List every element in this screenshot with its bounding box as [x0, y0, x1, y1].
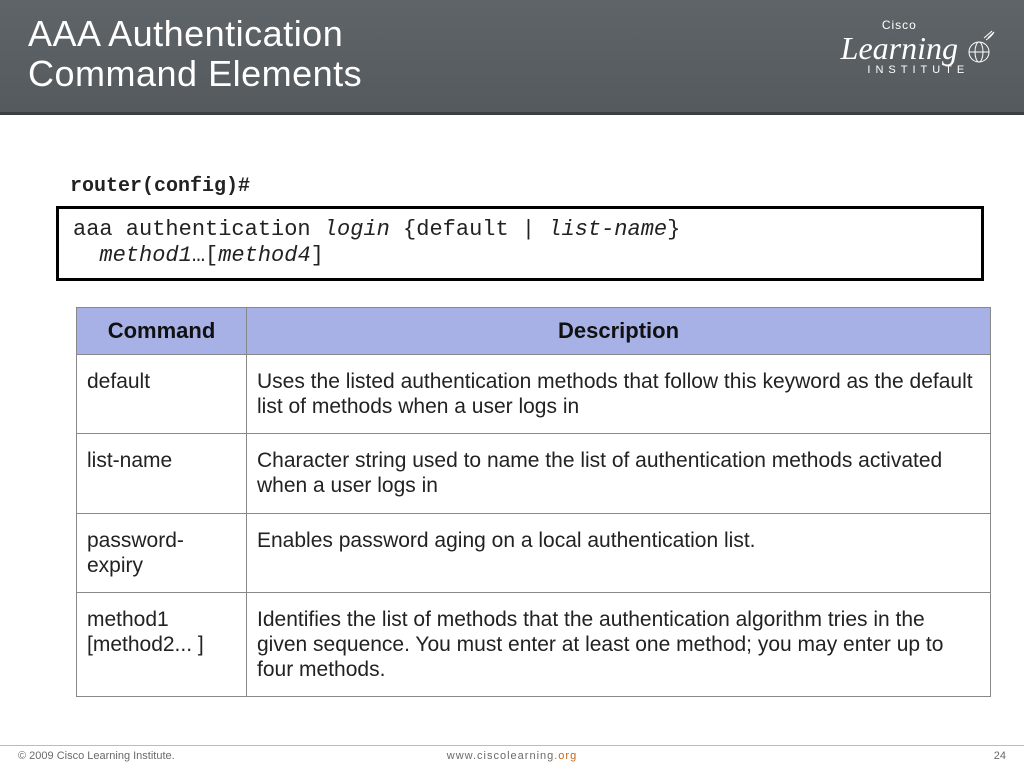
table-row: method1 [method2... ] Identifies the lis…: [77, 592, 991, 697]
cell-description: Uses the listed authentication methods t…: [247, 354, 991, 433]
cmd-indent: [73, 243, 99, 268]
cmd-close: }: [667, 217, 680, 242]
slide-title: AAA Authentication Command Elements: [28, 14, 362, 93]
cli-prompt: router(config)#: [70, 175, 996, 198]
description-table: Command Description default Uses the lis…: [76, 307, 991, 698]
cell-description: Character string used to name the list o…: [247, 434, 991, 513]
footer-url: www.ciscolearning.org: [0, 750, 1024, 762]
command-syntax-box: aaa authentication login {default | list…: [56, 206, 984, 281]
globe-leaf-icon: [962, 30, 996, 64]
cell-command: list-name: [77, 434, 247, 513]
cmd-ellipsis: …[: [192, 243, 218, 268]
table-header-row: Command Description: [77, 307, 991, 354]
cmd-italic-login: login: [324, 217, 390, 242]
header-description: Description: [247, 307, 991, 354]
cisco-learning-logo: Cisco Learning INSTITUTE: [841, 18, 996, 76]
title-band: AAA Authentication Command Elements Cisc…: [0, 0, 1024, 115]
cmd-mid: {default |: [390, 217, 548, 242]
cmd-method1: method1: [99, 243, 191, 268]
cell-description: Enables password aging on a local authen…: [247, 513, 991, 592]
logo-main: Learning: [841, 32, 958, 64]
footer: © 2009 Cisco Learning Institute. www.cis…: [0, 745, 1024, 762]
title-line2: Command Elements: [28, 53, 362, 94]
table-row: default Uses the listed authentication m…: [77, 354, 991, 433]
cell-description: Identifies the list of methods that the …: [247, 592, 991, 697]
cmd-method4: method4: [218, 243, 310, 268]
cmd-prefix: aaa authentication: [73, 217, 324, 242]
slide-body: router(config)# aaa authentication login…: [0, 115, 1024, 697]
cell-command: password-expiry: [77, 513, 247, 592]
table-row: password-expiry Enables password aging o…: [77, 513, 991, 592]
header-command: Command: [77, 307, 247, 354]
cell-command: method1 [method2... ]: [77, 592, 247, 697]
table-row: list-name Character string used to name …: [77, 434, 991, 513]
cmd-close2: ]: [311, 243, 324, 268]
cell-command: default: [77, 354, 247, 433]
cmd-italic-listname: list-name: [548, 217, 667, 242]
title-line1: AAA Authentication: [28, 13, 343, 54]
